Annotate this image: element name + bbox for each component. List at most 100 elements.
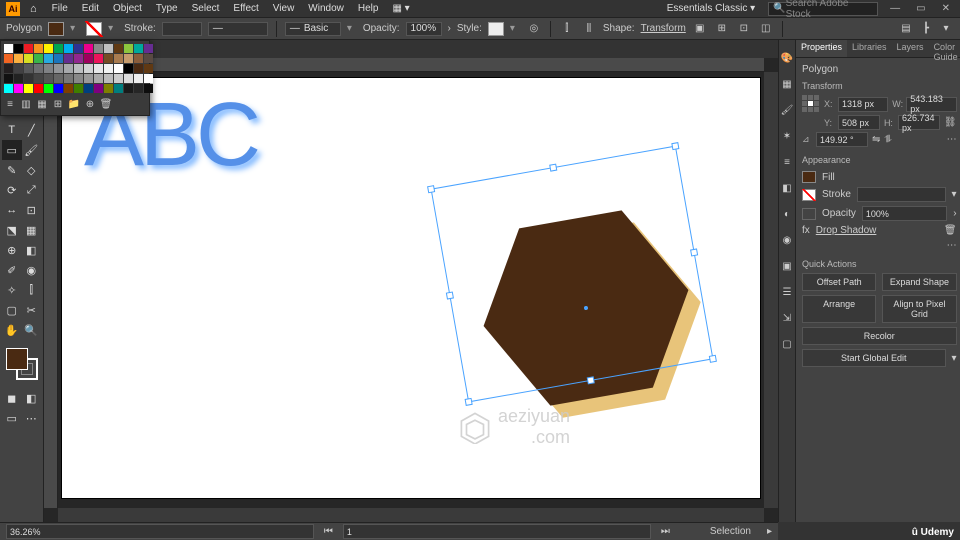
swatch-color[interactable] <box>144 54 153 63</box>
swatch-options-icon[interactable]: ⊞ <box>52 98 64 110</box>
tool-gradient[interactable]: ◧ <box>22 240 42 260</box>
color-mode-fill[interactable]: ◼ <box>2 388 22 408</box>
menu-select[interactable]: Select <box>187 3 225 14</box>
brush-field[interactable]: —Basic <box>285 22 341 36</box>
swatch-color[interactable] <box>34 74 43 83</box>
swatch-delete-icon[interactable]: 🗑 <box>100 98 112 110</box>
effect-icon[interactable]: fx <box>802 225 810 236</box>
artboard[interactable]: ABC <box>62 78 760 498</box>
distribute-icon[interactable]: ⫼ <box>581 21 597 37</box>
dock-brushes-icon[interactable]: 🖌 <box>779 102 795 118</box>
style-swatch[interactable] <box>488 22 504 36</box>
swatch-color[interactable] <box>24 44 33 53</box>
effect-drop-shadow[interactable]: Drop Shadow <box>816 225 877 236</box>
tool-zoom[interactable]: 🔍 <box>22 320 42 340</box>
tool-slice[interactable]: ✂ <box>22 300 42 320</box>
swatch-color[interactable] <box>84 44 93 53</box>
swatch-color[interactable] <box>4 64 13 73</box>
transform-y-field[interactable]: 508 px <box>838 115 880 130</box>
swatch-color[interactable] <box>44 74 53 83</box>
swatch-color[interactable] <box>124 74 133 83</box>
tool-shape-builder[interactable]: ⬔ <box>2 220 22 240</box>
zoom-field[interactable]: 36.26% <box>6 524 314 539</box>
swatch-color[interactable] <box>134 54 143 63</box>
artboard-nav-field[interactable]: 1 <box>343 524 651 539</box>
brush-dropdown-icon[interactable]: ▾ <box>347 23 357 34</box>
swatch-color[interactable] <box>24 64 33 73</box>
swatch-color[interactable] <box>24 54 33 63</box>
swatch-group-icon[interactable]: 📁 <box>68 98 80 110</box>
link-wh-icon[interactable]: ⛓ <box>944 117 957 128</box>
swatch-color[interactable] <box>84 84 93 93</box>
swatch-color[interactable] <box>94 64 103 73</box>
transform-h-field[interactable]: 626.734 px <box>898 115 940 130</box>
swatch-color[interactable] <box>44 54 53 63</box>
more-appearance-icon[interactable]: ⋯ <box>947 240 957 251</box>
swatch-color[interactable] <box>144 64 153 73</box>
swatch-color[interactable] <box>4 74 13 83</box>
menu-arrange-docs-icon[interactable]: ▦ ▾ <box>387 3 414 14</box>
doc-setup-icon[interactable]: ▤ <box>898 21 914 37</box>
search-stock-input[interactable]: 🔍 Search Adobe Stock <box>768 2 878 16</box>
more-transform-icon[interactable]: ⋯ <box>947 134 957 145</box>
workspace-switcher[interactable]: Essentials Classic ▾ <box>662 3 760 14</box>
tool-width[interactable]: ↔ <box>2 200 22 220</box>
tool-line[interactable]: ╱ <box>22 120 42 140</box>
style-dropdown-icon[interactable]: ▾ <box>510 23 520 34</box>
swatch-color[interactable] <box>4 44 13 53</box>
dock-color-icon[interactable]: 🎨 <box>779 50 795 66</box>
swatch-color[interactable] <box>64 84 73 93</box>
maximize-button[interactable]: ▭ <box>912 3 929 14</box>
close-button[interactable]: ✕ <box>938 3 954 14</box>
fill-color-box[interactable] <box>6 348 28 370</box>
swatch-color[interactable] <box>94 74 103 83</box>
swatch-color[interactable] <box>84 74 93 83</box>
swatch-color[interactable] <box>144 84 153 93</box>
swatch-color[interactable] <box>114 74 123 83</box>
isolate-icon[interactable]: ▣ <box>692 21 708 37</box>
menu-effect[interactable]: Effect <box>228 3 263 14</box>
fill-dropdown-icon[interactable]: ▾ <box>70 23 80 34</box>
btn-global-edit[interactable]: Start Global Edit <box>802 349 946 367</box>
dock-asset-export-icon[interactable]: ⇲ <box>779 310 795 326</box>
stroke-swatch[interactable] <box>86 22 102 36</box>
btn-arrange[interactable]: Arrange <box>802 295 876 323</box>
swatch-grid[interactable] <box>4 44 146 93</box>
swatch-color[interactable] <box>94 54 103 63</box>
transform-w-field[interactable]: 543.183 px <box>906 97 956 112</box>
selection-box[interactable] <box>440 148 704 400</box>
swatch-color[interactable] <box>54 54 63 63</box>
swatch-color[interactable] <box>104 64 113 73</box>
edit-toolbar[interactable]: ⋯ <box>22 408 42 428</box>
pixel-snap-icon[interactable]: ⊞ <box>714 21 730 37</box>
opacity-field[interactable]: 100% <box>406 22 442 36</box>
btn-recolor[interactable]: Recolor <box>802 327 957 345</box>
swatch-color[interactable] <box>74 54 83 63</box>
swatch-color[interactable] <box>94 44 103 53</box>
appearance-stroke-weight[interactable] <box>857 187 946 202</box>
swatch-color[interactable] <box>64 64 73 73</box>
swatch-color[interactable] <box>134 64 143 73</box>
swatch-show-icon[interactable]: ▦ <box>36 98 48 110</box>
swatch-color[interactable] <box>54 44 63 53</box>
swatch-color[interactable] <box>64 54 73 63</box>
dock-layers-icon[interactable]: ☰ <box>779 284 795 300</box>
swatch-color[interactable] <box>114 54 123 63</box>
tool-shape[interactable]: ▭ <box>2 140 22 160</box>
swatch-color[interactable] <box>124 44 133 53</box>
stroke-dropdown-icon[interactable]: ▾ <box>108 23 118 34</box>
tool-mesh[interactable]: ⊕ <box>2 240 22 260</box>
swatch-color[interactable] <box>104 44 113 53</box>
scrollbar-vertical[interactable] <box>764 72 778 508</box>
swatch-color[interactable] <box>34 54 43 63</box>
swatch-color[interactable] <box>114 84 123 93</box>
swatch-color[interactable] <box>134 44 143 53</box>
swatch-menu-icon[interactable]: ≡ <box>4 98 16 110</box>
swatch-color[interactable] <box>4 84 13 93</box>
stroke-weight-field[interactable] <box>162 22 202 36</box>
scrollbar-horizontal[interactable] <box>58 508 764 522</box>
recolor-icon[interactable]: ◎ <box>526 21 542 37</box>
swatch-color[interactable] <box>134 84 143 93</box>
flip-h-icon[interactable]: ⇋ <box>872 134 880 145</box>
swatch-color[interactable] <box>124 64 133 73</box>
